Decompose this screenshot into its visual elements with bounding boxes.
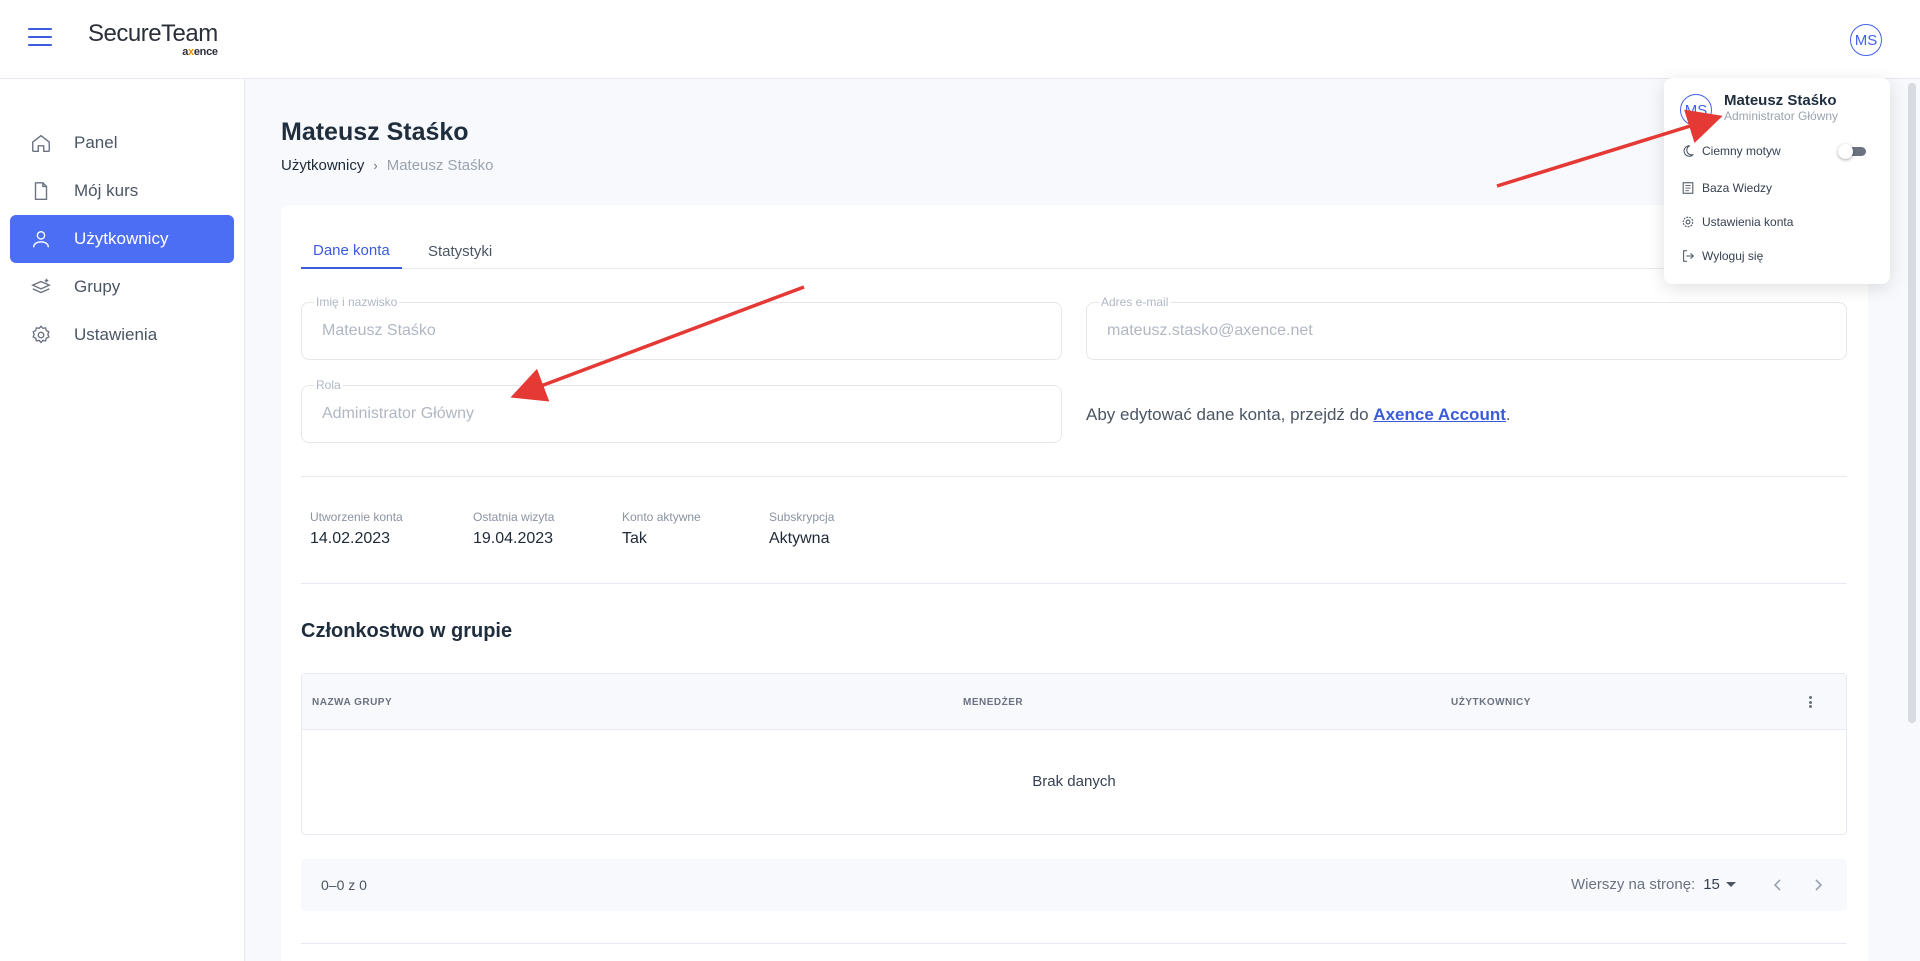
file-icon	[30, 180, 52, 202]
knowledge-base-label: Baza Wiedzy	[1702, 181, 1773, 195]
book-icon	[1680, 180, 1696, 196]
sidebar-item-groups[interactable]: Grupy	[10, 263, 234, 311]
role-field-value: Administrator Główny	[322, 405, 475, 422]
empty-state-text: Brak danych	[1032, 773, 1116, 790]
caret-down-icon	[1725, 882, 1736, 887]
sidebar-item-label: Ustawienia	[74, 325, 158, 344]
tab-account-data[interactable]: Dane konta	[301, 233, 402, 269]
chevron-right-icon	[1815, 879, 1823, 891]
chevron-right-icon: ›	[373, 158, 378, 173]
name-field[interactable]: Imię i nazwisko Mateusz Staśko	[301, 295, 1062, 360]
tab-statistics[interactable]: Statystyki	[416, 233, 504, 269]
secureteam-logo[interactable]: SecureTeam axence	[88, 20, 218, 58]
dark-mode-label: Ciemny motyw	[1702, 144, 1781, 158]
page-title: Mateusz Staśko	[281, 118, 469, 146]
user-menu-avatar: MS	[1680, 94, 1712, 126]
home-icon	[30, 132, 52, 154]
column-group-name[interactable]: NAZWA GRUPY	[312, 697, 392, 708]
breadcrumb-current: Mateusz Staśko	[386, 157, 494, 174]
sidebar-item-label: Użytkownicy	[74, 229, 169, 248]
prev-page-button[interactable]	[1766, 873, 1790, 897]
knowledge-base-item[interactable]: Baza Wiedzy	[1680, 180, 1772, 196]
stat-account-created: Utworzenie konta 14.02.2023	[310, 510, 403, 547]
rows-per-page-label: Wierszy na stronę:	[1571, 876, 1696, 893]
rows-per-page-select[interactable]: 15	[1703, 876, 1736, 893]
sidebar-item-label: Mój kurs	[74, 181, 139, 200]
email-field-label: Adres e-mail	[1099, 295, 1171, 309]
page-scrollbar[interactable]	[1908, 83, 1916, 723]
dark-mode-item[interactable]: Ciemny motyw	[1680, 143, 1781, 159]
logout-item[interactable]: Wyloguj się	[1680, 248, 1763, 264]
breadcrumb: Użytkownicy › Mateusz Staśko	[281, 157, 493, 174]
logo-subtext: axence	[182, 46, 218, 58]
layers-icon	[30, 276, 52, 298]
pagination-range: 0–0 z 0	[321, 877, 367, 893]
role-field[interactable]: Rola Administrator Główny	[301, 378, 1062, 443]
stat-account-active: Konto aktywne Tak	[622, 510, 701, 547]
pagination-bar: 0–0 z 0 Wierszy na stronę: 15	[301, 859, 1847, 911]
name-field-value: Mateusz Staśko	[322, 322, 436, 339]
moon-icon	[1680, 143, 1696, 159]
column-users[interactable]: UŻYTKOWNICY	[1451, 697, 1531, 708]
logout-label: Wyloguj się	[1702, 249, 1764, 263]
account-settings-item[interactable]: Ustawienia konta	[1680, 214, 1793, 230]
gear-icon	[30, 324, 52, 346]
axence-account-link[interactable]: Axence Account	[1373, 405, 1506, 424]
sidebar-item-users[interactable]: Użytkownicy	[10, 215, 234, 263]
divider	[301, 476, 1847, 477]
name-field-label: Imię i nazwisko	[314, 295, 400, 309]
gear-icon	[1680, 214, 1696, 230]
user-menu-dropdown: MS Mateusz Staśko Administrator Główny C…	[1664, 78, 1890, 284]
stat-subscription: Subskrypcja Aktywna	[769, 510, 835, 547]
sidebar-item-label: Grupy	[74, 277, 121, 296]
email-field[interactable]: Adres e-mail mateusz.stasko@axence.net	[1086, 295, 1847, 360]
user-menu-role: Administrator Główny	[1724, 109, 1839, 123]
divider	[301, 943, 1847, 944]
column-manager[interactable]: MENEDŻER	[963, 697, 1023, 708]
divider	[301, 583, 1847, 584]
sidebar-item-label: Panel	[74, 133, 118, 152]
sidebar-item-panel[interactable]: Panel	[10, 119, 234, 167]
role-field-label: Rola	[314, 378, 343, 392]
user-icon	[30, 228, 52, 250]
email-field-value: mateusz.stasko@axence.net	[1107, 322, 1313, 339]
stat-last-visit: Ostatnia wizyta 19.04.2023	[473, 510, 555, 547]
hamburger-menu-icon[interactable]	[28, 28, 52, 50]
account-settings-label: Ustawienia konta	[1702, 215, 1794, 229]
user-menu-name: Mateusz Staśko	[1724, 92, 1837, 109]
sidebar: Panel Mój kurs Użytkownicy Grupy Ustawie…	[0, 79, 245, 961]
rows-per-page: Wierszy na stronę: 15	[1571, 876, 1736, 893]
group-membership-table: NAZWA GRUPY MENEDŻER UŻYTKOWNICY Brak da…	[301, 673, 1847, 835]
more-vertical-icon[interactable]	[1802, 694, 1818, 710]
dark-mode-toggle[interactable]	[1838, 144, 1868, 159]
user-avatar-button[interactable]: MS	[1850, 24, 1882, 56]
group-membership-title: Członkostwo w grupie	[301, 620, 513, 642]
breadcrumb-users-link[interactable]: Użytkownicy	[281, 157, 364, 174]
user-details-card: Dane konta Statystyki Imię i nazwisko Ma…	[281, 205, 1868, 961]
tab-bar: Dane konta Statystyki	[301, 233, 1847, 269]
logout-icon	[1680, 248, 1696, 264]
table-header: NAZWA GRUPY MENEDŻER UŻYTKOWNICY	[302, 674, 1846, 730]
top-header: SecureTeam axence MS	[0, 0, 1920, 79]
sidebar-item-my-course[interactable]: Mój kurs	[10, 167, 234, 215]
sidebar-item-settings[interactable]: Ustawienia	[10, 311, 234, 359]
logo-text: SecureTeam	[88, 20, 218, 47]
edit-account-note: Aby edytować dane konta, przejdź do Axen…	[1086, 405, 1511, 424]
chevron-left-icon	[1773, 879, 1781, 891]
next-page-button[interactable]	[1806, 873, 1830, 897]
